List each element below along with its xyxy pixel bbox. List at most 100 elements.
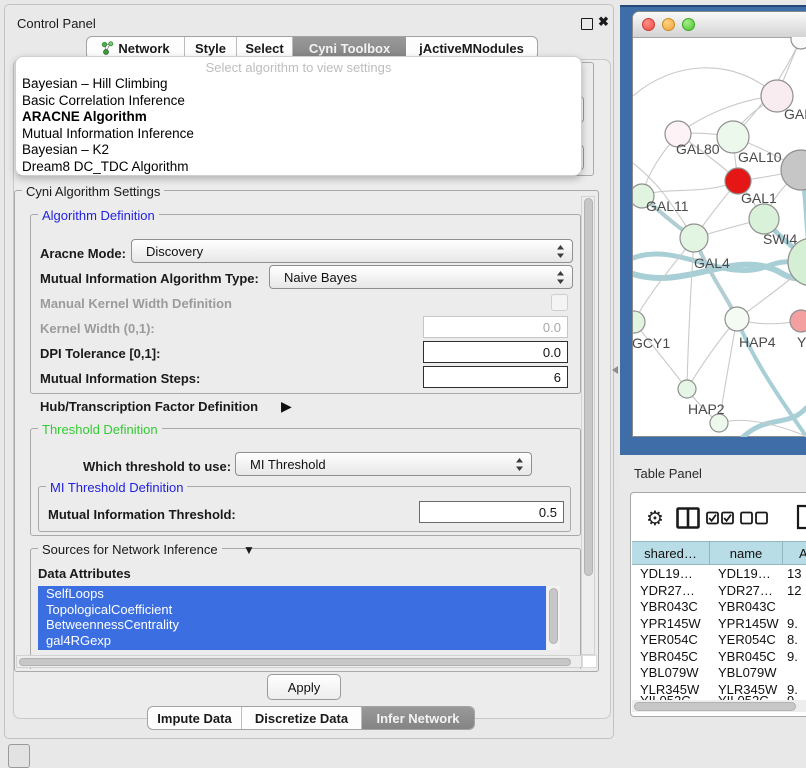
node-hap2[interactable] (678, 380, 696, 398)
table-row[interactable]: YBL079W YBL079W (632, 665, 806, 682)
list-item[interactable]: TopologicalCoefficient (38, 602, 546, 618)
cell: YDR27… (632, 583, 710, 600)
network-icon (101, 41, 114, 55)
dropdown-item[interactable]: Basic Correlation Inference (22, 93, 185, 108)
which-threshold-label: Which threshold to use: (83, 459, 231, 474)
tab-network-label: Network (118, 41, 169, 56)
stepper-arrows-icon (515, 457, 524, 472)
zoom-traffic-light[interactable] (682, 18, 695, 31)
hub-definition-label[interactable]: Hub/Transcription Factor Definition (40, 399, 258, 414)
node-label-gcy1: GCY1 (632, 335, 670, 351)
dropdown-item[interactable]: Bayesian – Hill Climbing (22, 76, 168, 91)
float-window-button[interactable] (581, 18, 593, 30)
list-item[interactable]: gal4RGexp (38, 633, 546, 649)
data-attributes-list[interactable]: SelfLoops TopologicalCoefficient Between… (38, 586, 546, 650)
which-threshold-value: MI Threshold (250, 457, 515, 472)
column-header-name[interactable]: name (710, 541, 783, 565)
node-gray[interactable] (781, 150, 806, 190)
table-row[interactable]: YDR27… YDR27… 12 (632, 583, 806, 600)
cell: 9. (783, 649, 806, 666)
control-panel-title: Control Panel (17, 16, 96, 31)
dropdown-item[interactable]: Dream8 DC_TDC Algorithm (22, 159, 189, 174)
cell: YER054C (710, 632, 783, 649)
dropdown-prompt: Select algorithm to view settings (16, 60, 581, 75)
table-horizontal-scrollbar[interactable] (632, 700, 806, 712)
gear-icon[interactable]: ⚙ (646, 506, 664, 531)
node-label-swi4: SWI4 (763, 231, 797, 247)
node-label-partial-gal: GAL (784, 106, 806, 122)
list-scrollbar[interactable] (547, 586, 560, 650)
expand-right-icon[interactable]: ▶ (281, 398, 292, 415)
apply-button[interactable]: Apply (267, 674, 341, 700)
collapse-down-icon[interactable]: ▼ (243, 543, 255, 557)
mi-algorithm-type-select[interactable]: Naive Bayes (269, 265, 573, 289)
kernel-width-label: Kernel Width (0,1): (40, 321, 155, 336)
table-row[interactable]: YPR145W YPR145W 9. (632, 616, 806, 633)
close-traffic-light[interactable] (642, 18, 655, 31)
stepper-arrows-icon (556, 244, 565, 259)
dropdown-item[interactable]: Bayesian – K2 (22, 142, 109, 157)
cyni-settings-legend: Cyni Algorithm Settings (22, 184, 164, 199)
dropdown-item-selected[interactable]: ARACNE Algorithm (22, 109, 147, 124)
cell: YDR27… (710, 583, 783, 600)
list-scrollbar-thumb[interactable] (549, 588, 558, 644)
minimize-traffic-light[interactable] (662, 18, 675, 31)
node-gcy1[interactable] (633, 311, 645, 333)
table-row[interactable]: YBR043C YBR043C (632, 599, 806, 616)
network-window-titlebar[interactable] (633, 12, 806, 38)
cell: YBL079W (632, 665, 710, 682)
threshold-definition-legend: Threshold Definition (38, 422, 162, 437)
column-header-partial[interactable]: A (783, 541, 806, 565)
table-row[interactable]: YER054C YER054C 8. (632, 632, 806, 649)
tab-select-label: Select (245, 41, 283, 56)
stepper-arrows-icon (556, 270, 565, 285)
cell: YDL19… (710, 566, 783, 583)
table-horizontal-scrollbar-thumb[interactable] (634, 702, 796, 711)
cell: YER054C (632, 632, 710, 649)
dpi-tolerance-input[interactable] (423, 341, 568, 363)
tab-jactivemnodules-label: jActiveMNodules (419, 41, 524, 56)
tab-discretize-data[interactable]: Discretize Data (242, 707, 362, 729)
list-item[interactable]: SelfLoops (38, 586, 546, 602)
node-label-gal10: GAL10 (738, 149, 782, 165)
table-row[interactable]: YBR045C YBR045C 9. (632, 649, 806, 666)
cell: YPR145W (632, 616, 710, 633)
node-gal4[interactable] (680, 224, 708, 252)
node[interactable] (791, 37, 806, 49)
manual-kernel-width-checkbox[interactable] (551, 294, 568, 311)
settings-horizontal-scrollbar[interactable] (16, 655, 582, 668)
kernel-width-input[interactable] (423, 316, 568, 338)
tab-style-label: Style (195, 41, 226, 56)
settings-vertical-scrollbar[interactable] (581, 196, 595, 655)
table-header-row: shared… name A (632, 541, 806, 565)
settings-horizontal-scrollbar-thumb[interactable] (19, 658, 571, 666)
which-threshold-select[interactable]: MI Threshold (235, 452, 532, 476)
tab-infer-network[interactable]: Infer Network (362, 707, 474, 729)
minimized-panel-button[interactable] (8, 744, 30, 768)
column-header-shared-name[interactable]: shared… (632, 541, 710, 565)
split-columns-icon[interactable] (676, 507, 700, 529)
dropdown-item[interactable]: Mutual Information Inference (22, 126, 194, 141)
algorithm-dropdown-popup: Select algorithm to view settings Bayesi… (15, 56, 582, 176)
splitter-collapse-handle[interactable] (611, 365, 619, 375)
table-row[interactable]: YDL19… YDL19… 13 (632, 566, 806, 583)
settings-vertical-scrollbar-thumb[interactable] (584, 198, 593, 576)
cyni-bottom-tabbar: Impute Data Discretize Data Infer Networ… (147, 706, 475, 730)
deselect-all-checkboxes-icon[interactable] (740, 511, 768, 525)
document-icon[interactable] (796, 504, 806, 530)
sources-legend[interactable]: Sources for Network Inference (38, 542, 222, 557)
aracne-mode-select[interactable]: Discovery (131, 239, 573, 263)
select-all-checkboxes-icon[interactable] (706, 511, 734, 525)
cell: 12 (783, 583, 806, 600)
node-salmon[interactable] (790, 310, 806, 332)
close-window-button[interactable]: ✖ (598, 14, 609, 30)
mi-threshold-input[interactable] (419, 501, 564, 523)
mi-steps-label: Mutual Information Steps: (40, 371, 200, 386)
list-item[interactable]: BetweennessCentrality (38, 617, 546, 633)
node-hap4[interactable] (725, 307, 749, 331)
mi-algorithm-type-value: Naive Bayes (284, 270, 556, 285)
tab-infer-network-label: Infer Network (376, 711, 459, 726)
node-swi4[interactable] (749, 204, 779, 234)
tab-impute-data[interactable]: Impute Data (148, 707, 242, 729)
mi-steps-input[interactable] (423, 366, 568, 388)
